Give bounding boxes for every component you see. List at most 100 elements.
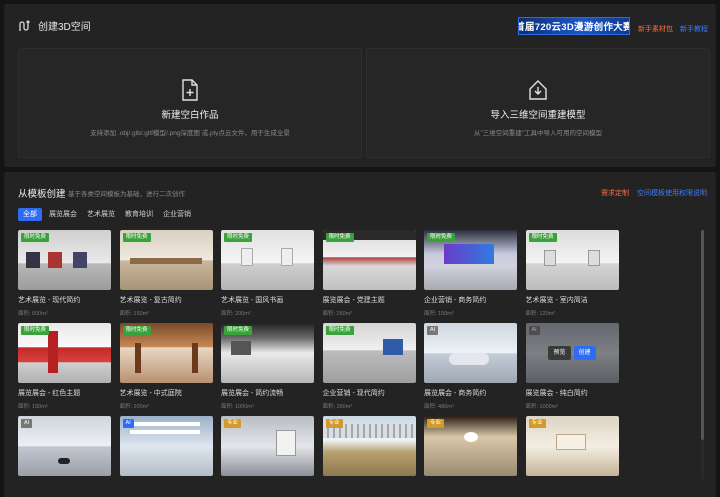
template-card[interactable]: 限时免费艺术展览 - 中式庭院 面积: 200m² bbox=[119, 323, 213, 410]
template-title: 展览展会 - 商务简约 bbox=[424, 390, 487, 397]
tab-exhibition[interactable]: 展览展会 bbox=[46, 208, 80, 221]
template-area: 面积: 500m² bbox=[18, 311, 48, 317]
scrollbar[interactable] bbox=[701, 230, 704, 480]
template-thumbnail[interactable]: AI bbox=[119, 416, 213, 476]
template-thumbnail[interactable]: 限时免费 bbox=[221, 230, 314, 290]
contest-banner[interactable]: 首届720云3D漫游创作大赛 bbox=[518, 17, 630, 35]
template-card[interactable]: AI bbox=[119, 416, 213, 476]
template-badge: 专业 bbox=[224, 419, 242, 428]
template-card[interactable]: 限时免费艺术展览 - 室内简洁 面积: 120m² bbox=[525, 230, 619, 317]
import-3d-model-title: 导入三维空间重建模型 bbox=[490, 110, 586, 121]
template-thumbnail[interactable]: 专业 bbox=[221, 416, 314, 476]
template-title: 展览展会 - 纯白简约 bbox=[525, 390, 588, 397]
templates-section-subtitle: 基于各类空间模板为基础，进行二次创作 bbox=[68, 191, 185, 198]
template-thumbnail[interactable]: 限时免费 bbox=[424, 230, 517, 290]
template-card[interactable]: 专业 bbox=[221, 416, 314, 476]
page-title: 创建3D空间 bbox=[18, 18, 91, 33]
template-area: 面积: 150m² bbox=[424, 311, 454, 317]
template-badge: 限时免费 bbox=[427, 233, 456, 242]
template-thumbnail[interactable]: 专业 bbox=[424, 416, 517, 476]
category-tabs: 全部 展览展会 艺术展览 教育培训 企业营销 bbox=[18, 208, 194, 221]
template-title: 艺术展览 - 现代简约 bbox=[18, 297, 81, 304]
template-title: 艺术展览 - 国风书画 bbox=[221, 297, 284, 304]
template-badge: 专业 bbox=[528, 419, 546, 428]
template-area: 面积: 120m² bbox=[525, 311, 556, 317]
template-card[interactable]: AI bbox=[18, 416, 111, 476]
template-area: 面积: 200m² bbox=[221, 311, 251, 317]
template-thumbnail[interactable]: 限时免费 bbox=[525, 230, 619, 290]
template-card[interactable]: AI 展览展会 - 商务简约 面积: 480m² bbox=[424, 323, 517, 410]
new-blank-work-card[interactable]: 新建空白作品 支持添加 .obj/.glb/.gltf模型/.png深度图 或.… bbox=[18, 48, 362, 158]
tab-marketing[interactable]: 企业营销 bbox=[160, 208, 194, 221]
tab-education[interactable]: 教育培训 bbox=[122, 208, 156, 221]
template-card[interactable]: 限时免费展览展会 - 党建主题 面积: 260m² bbox=[322, 230, 416, 317]
import-3d-model-card[interactable]: 导入三维空间重建模型 从"三维空间重建"工具中导入可用的空间模型 bbox=[366, 48, 710, 158]
template-badge: AI bbox=[427, 326, 439, 335]
template-area: 面积: 150m² bbox=[18, 404, 48, 410]
template-area: 面积: 480m² bbox=[424, 404, 454, 410]
template-title: 企业营销 - 商务简约 bbox=[424, 297, 487, 304]
import-3d-model-desc: 从"三维空间重建"工具中导入可用的空间模型 bbox=[473, 130, 603, 137]
template-title: 展览展会 - 党建主题 bbox=[322, 297, 385, 304]
template-thumbnail[interactable]: 限时免费 bbox=[119, 230, 213, 290]
starter-materials-link[interactable]: 新手素材包 bbox=[638, 24, 673, 34]
template-badge: AI bbox=[122, 419, 134, 428]
import-house-icon bbox=[529, 80, 547, 100]
template-area: 面积: 1000m² bbox=[525, 404, 559, 410]
templates-section-title: 从模板创建 bbox=[18, 189, 66, 200]
template-title: 艺术展览 - 室内简洁 bbox=[525, 297, 588, 304]
template-permission-link[interactable]: 空间模板使用权限说明 bbox=[637, 188, 707, 198]
tab-all[interactable]: 全部 bbox=[18, 208, 42, 221]
create-panel: 创建3D空间 首届720云3D漫游创作大赛 新手素材包 新手教程 新建空白作品 … bbox=[4, 4, 716, 167]
template-title: 艺术展览 - 复古简约 bbox=[119, 297, 182, 304]
template-badge: 专业 bbox=[325, 419, 343, 428]
template-card[interactable]: 专业 bbox=[322, 416, 416, 476]
preview-button[interactable]: 预览 bbox=[548, 346, 571, 360]
template-card[interactable]: AI 预览 创建展览展会 - 纯白简约 面积: 1000m² bbox=[525, 323, 619, 410]
template-badge: 限时免费 bbox=[224, 233, 253, 242]
template-card[interactable]: 限时免费艺术展览 - 现代简约 面积: 500m² bbox=[18, 230, 111, 317]
new-blank-work-title: 新建空白作品 bbox=[161, 110, 219, 121]
template-hover-overlay: 预览 创建 bbox=[525, 323, 619, 383]
template-badge: 限时免费 bbox=[528, 233, 557, 242]
template-card[interactable]: 专业 bbox=[424, 416, 517, 476]
template-card[interactable]: 限时免费企业营销 - 现代简约 面积: 360m² bbox=[322, 323, 416, 410]
template-card[interactable]: 专业 bbox=[525, 416, 619, 476]
tutorial-link[interactable]: 新手教程 bbox=[680, 24, 708, 34]
template-thumbnail[interactable]: AI 预览 创建 bbox=[525, 323, 619, 383]
template-thumbnail[interactable]: 限时免费 bbox=[221, 323, 314, 383]
template-area: 面积: 200m² bbox=[119, 404, 150, 410]
new-file-icon bbox=[182, 79, 198, 101]
template-badge: 限时免费 bbox=[21, 233, 50, 242]
page-title-text: 创建3D空间 bbox=[38, 22, 91, 33]
template-thumbnail[interactable]: 限时免费 bbox=[322, 230, 416, 290]
template-thumbnail[interactable]: 限时免费 bbox=[322, 323, 416, 383]
template-title: 企业营销 - 现代简约 bbox=[322, 390, 385, 397]
template-title: 艺术展览 - 中式庭院 bbox=[119, 390, 182, 397]
custom-request-link[interactable]: 需求定制 bbox=[601, 188, 629, 198]
template-badge: AI bbox=[21, 419, 33, 428]
template-title: 展览展会 - 红色主题 bbox=[18, 390, 81, 397]
template-badge: 限时免费 bbox=[122, 326, 151, 335]
template-badge: 限时免费 bbox=[122, 233, 151, 242]
template-thumbnail[interactable]: 专业 bbox=[525, 416, 619, 476]
template-card[interactable]: 限时免费艺术展览 - 复古简约 面积: 150m² bbox=[119, 230, 213, 317]
template-thumbnail[interactable]: AI bbox=[424, 323, 517, 383]
template-area: 面积: 150m² bbox=[119, 311, 150, 317]
template-area: 面积: 260m² bbox=[322, 311, 353, 317]
template-thumbnail[interactable]: 限时免费 bbox=[18, 323, 111, 383]
scrollbar-thumb[interactable] bbox=[701, 230, 704, 440]
template-thumbnail[interactable]: 专业 bbox=[322, 416, 416, 476]
template-area: 面积: 360m² bbox=[322, 404, 353, 410]
template-thumbnail[interactable]: AI bbox=[18, 416, 111, 476]
template-card[interactable]: 限时免费 展览展会 - 简约流畅 面积: 1000m² bbox=[221, 323, 314, 410]
tab-art[interactable]: 艺术展览 bbox=[84, 208, 118, 221]
template-card[interactable]: 限时免费展览展会 - 红色主题 面积: 150m² bbox=[18, 323, 111, 410]
template-thumbnail[interactable]: 限时免费 bbox=[119, 323, 213, 383]
template-badge: 专业 bbox=[427, 419, 445, 428]
template-card[interactable]: 限时免费企业营销 - 商务简约 面积: 150m² bbox=[424, 230, 517, 317]
new-blank-work-desc: 支持添加 .obj/.glb/.gltf模型/.png深度图 或.ply点云文件… bbox=[90, 130, 290, 137]
template-thumbnail[interactable]: 限时免费 bbox=[18, 230, 111, 290]
create-button[interactable]: 创建 bbox=[573, 346, 596, 360]
template-card[interactable]: 限时免费艺术展览 - 国风书画 面积: 200m² bbox=[221, 230, 314, 317]
